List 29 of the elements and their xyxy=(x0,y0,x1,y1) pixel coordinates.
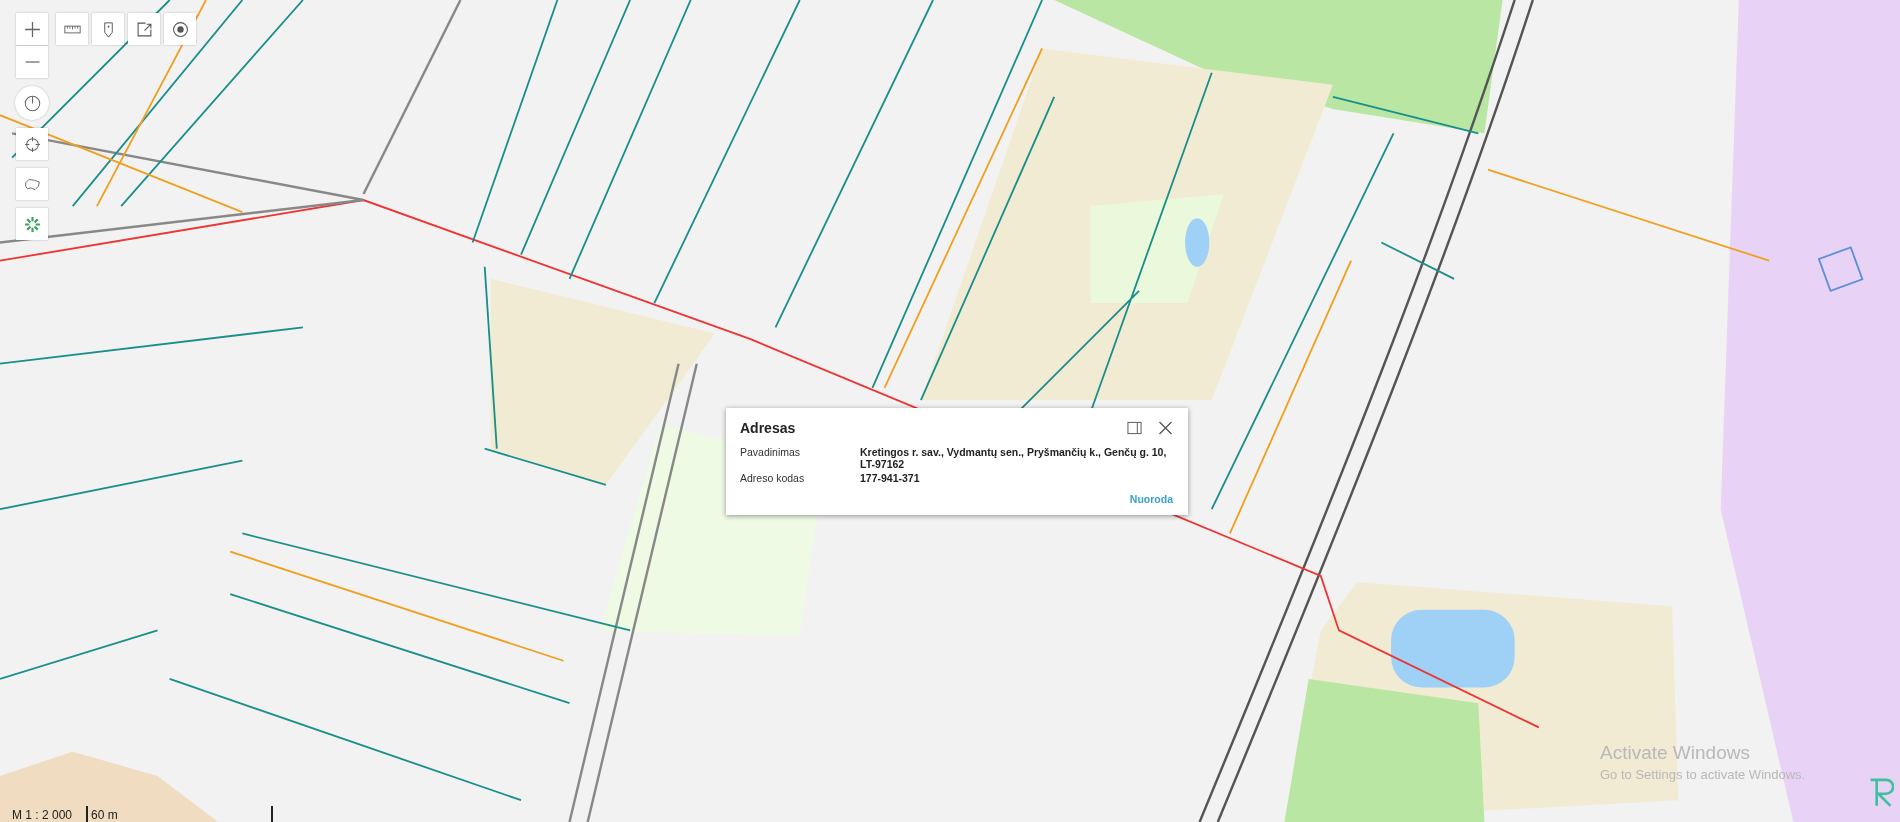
export-icon xyxy=(135,20,153,38)
zoom-out-button[interactable] xyxy=(16,46,48,78)
field-value: Kretingos r. sav., Vydmantų sen., Pryšmančių k., Genčų g. 10, LT-97162 xyxy=(860,446,1168,470)
zoom-in-button[interactable] xyxy=(16,13,48,45)
export-button[interactable] xyxy=(128,13,160,45)
directions-link[interactable]: Nuoroda xyxy=(1129,493,1173,505)
minus-icon xyxy=(23,61,41,63)
field-label: Pavadinimas xyxy=(740,446,802,460)
country-outline-button[interactable] xyxy=(16,168,48,200)
logo-icon xyxy=(1868,776,1894,808)
scale-bar: 60 m xyxy=(86,806,274,822)
power-icon xyxy=(23,94,41,112)
popup-title: Adresas xyxy=(740,420,796,436)
target-icon xyxy=(171,20,189,38)
pin-button[interactable] xyxy=(92,13,124,45)
layers-button[interactable] xyxy=(16,208,48,240)
target-button[interactable] xyxy=(164,13,196,45)
plus-icon xyxy=(23,20,41,38)
dock-icon[interactable] xyxy=(1127,421,1142,435)
ruler-button[interactable] xyxy=(56,13,88,45)
field-value: 177-941-371 xyxy=(860,472,921,484)
activation-text: Go to Settings to activate Windows. xyxy=(1600,767,1806,782)
field-label: Adreso kodas xyxy=(740,472,806,484)
scale-ratio: M 1 : 2 000 xyxy=(12,808,73,822)
activation-title: Activate Windows xyxy=(1600,742,1751,764)
close-icon[interactable] xyxy=(1158,421,1173,435)
crosshair-icon xyxy=(23,135,41,153)
burst-icon xyxy=(23,215,41,233)
locate-button[interactable] xyxy=(16,128,48,160)
